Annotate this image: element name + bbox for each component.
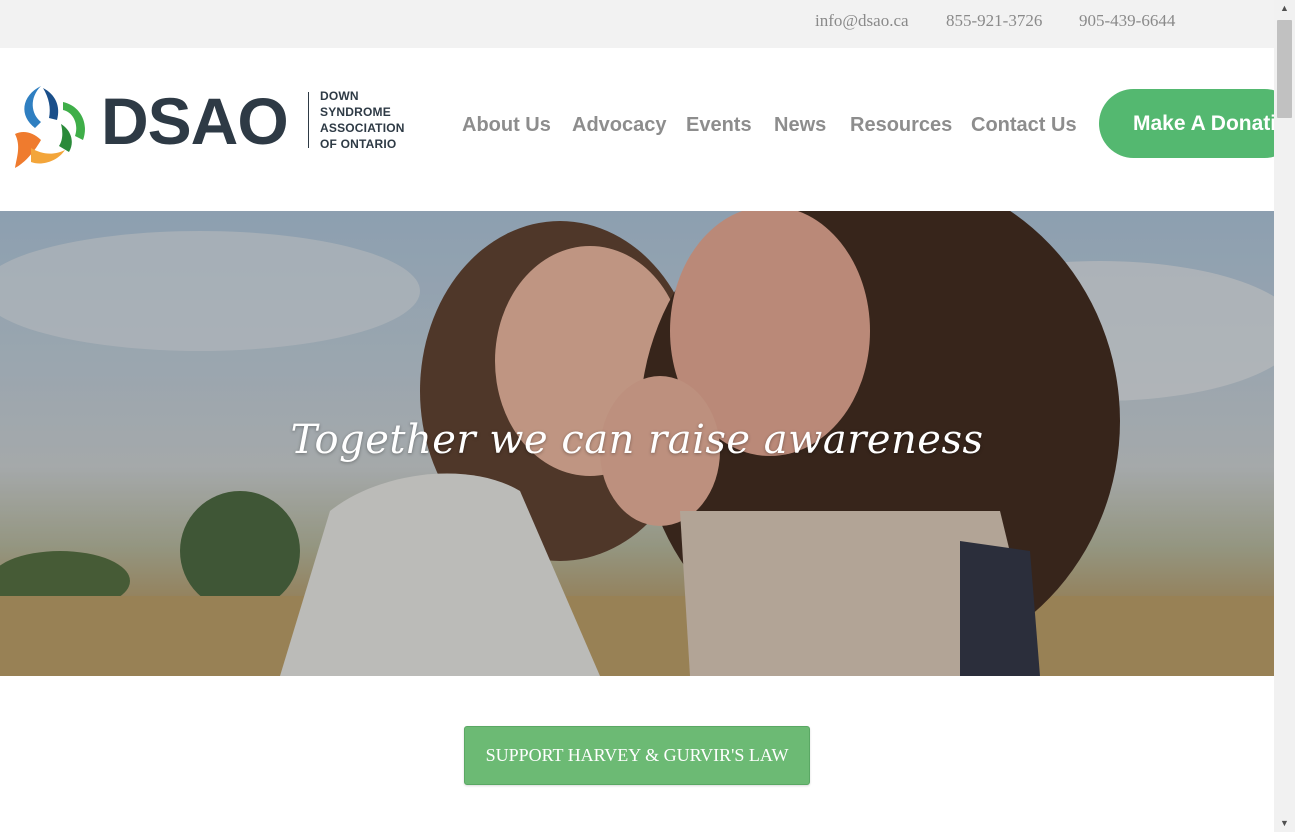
logo-tagline-line: OF ONTARIO: [320, 137, 397, 151]
logo-wordmark: DSAO: [101, 84, 289, 158]
logo-tagline-line: SYNDROME: [320, 105, 391, 119]
page: info@dsao.ca 855-921-3726 905-439-6644 D…: [0, 0, 1274, 832]
email-link[interactable]: info@dsao.ca: [815, 11, 909, 31]
donate-button[interactable]: Make A Donation: [1099, 89, 1274, 158]
hero-banner: Together we can raise awareness: [0, 211, 1274, 676]
vertical-scrollbar[interactable]: ▲ ▼: [1274, 0, 1295, 832]
logo-tagline: DOWN SYNDROME ASSOCIATION OF ONTARIO: [320, 88, 405, 152]
hero-headline: Together we can raise awareness: [290, 417, 984, 463]
nav-item-advocacy[interactable]: Advocacy: [572, 114, 667, 137]
nav-item-about-us[interactable]: About Us: [462, 114, 551, 137]
nav-item-news[interactable]: News: [774, 114, 826, 137]
arrow-up-icon[interactable]: ▲: [1274, 0, 1295, 17]
contact-bar: info@dsao.ca 855-921-3726 905-439-6644: [0, 0, 1274, 48]
dsao-trefoil-logo-icon: [15, 86, 85, 168]
logo-divider: [308, 92, 309, 148]
support-law-button[interactable]: SUPPORT HARVEY & GURVIR'S LAW: [464, 726, 810, 785]
nav-item-contact-us[interactable]: Contact Us: [971, 114, 1077, 137]
site-header: DSAO DOWN SYNDROME ASSOCIATION OF ONTARI…: [0, 48, 1274, 211]
arrow-down-icon[interactable]: ▼: [1274, 815, 1295, 832]
logo-tagline-line: DOWN: [320, 89, 359, 103]
nav-item-resources[interactable]: Resources: [850, 114, 952, 137]
scrollbar-thumb[interactable]: [1277, 20, 1292, 118]
phone-link-toll-free[interactable]: 855-921-3726: [946, 11, 1042, 31]
nav-item-events[interactable]: Events: [686, 114, 752, 137]
phone-link-local[interactable]: 905-439-6644: [1079, 11, 1175, 31]
site-logo[interactable]: DSAO DOWN SYNDROME ASSOCIATION OF ONTARI…: [11, 84, 411, 168]
logo-tagline-line: ASSOCIATION: [320, 121, 405, 135]
